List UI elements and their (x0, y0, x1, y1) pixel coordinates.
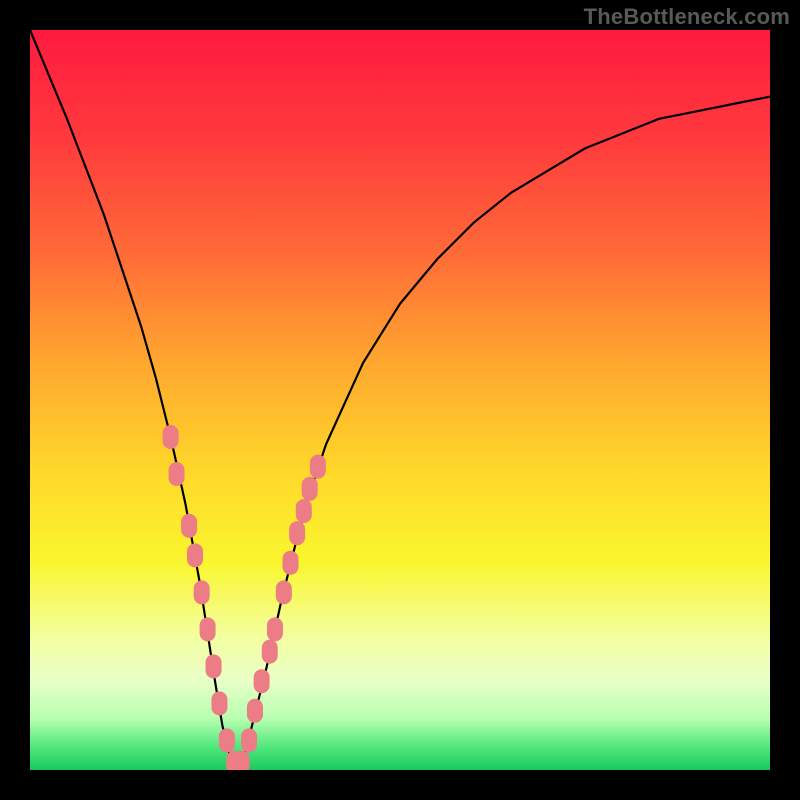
curve-marker (276, 580, 292, 604)
curve-marker (282, 551, 298, 575)
plot-area (30, 30, 770, 770)
chart-svg (30, 30, 770, 770)
curve-marker (169, 462, 185, 486)
curve-marker (200, 617, 216, 641)
curve-marker (206, 654, 222, 678)
curve-marker (163, 425, 179, 449)
curve-marker (262, 640, 278, 664)
curve-marker (254, 669, 270, 693)
curve-marker (187, 543, 203, 567)
curve-marker (310, 455, 326, 479)
curve-marker (241, 728, 257, 752)
watermark-text: TheBottleneck.com (584, 4, 790, 30)
curve-marker (247, 699, 263, 723)
curve-marker (211, 691, 227, 715)
gradient-background (30, 30, 770, 770)
curve-marker (267, 617, 283, 641)
curve-marker (219, 728, 235, 752)
curve-marker (234, 751, 250, 770)
curve-marker (296, 499, 312, 523)
curve-marker (194, 580, 210, 604)
curve-marker (181, 514, 197, 538)
outer-frame: TheBottleneck.com (0, 0, 800, 800)
curve-marker (289, 521, 305, 545)
curve-marker (302, 477, 318, 501)
